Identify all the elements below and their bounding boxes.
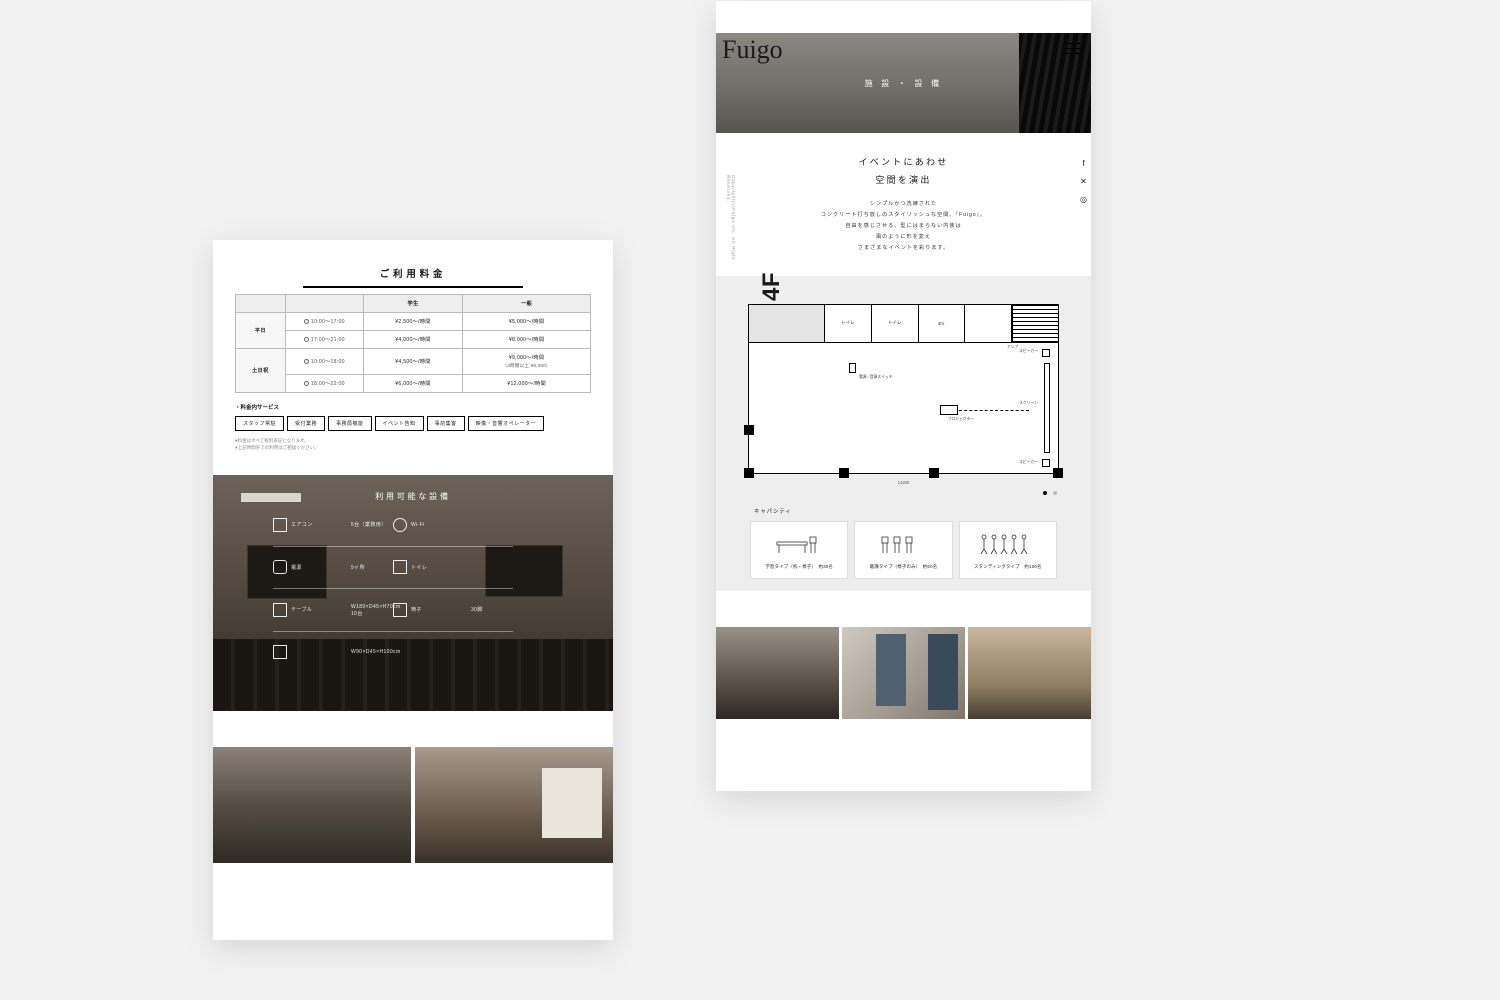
col-general: 一般 [463,294,591,312]
logo[interactable]: Fuigo [722,37,783,63]
floor-label: 4F [758,272,786,301]
desk-icon [774,530,824,558]
page-pricing-facilities: ご利用料金 学生 一般 平日 10:00〜17:00 ¥2,500〜/時間 ¥5… [213,240,613,940]
capacity-desk: 学習タイプ（机・椅子） 約30名 [750,521,848,579]
col-student: 学生 [363,294,462,312]
photo-2 [415,747,613,863]
capacity-standing: スタンディングタイプ 約100名 [959,521,1057,579]
pricing-table: 学生 一般 平日 10:00〜17:00 ¥2,500〜/時間 ¥5,000〜/… [235,294,591,393]
toilet-icon [393,560,407,574]
capacity-seated: 聴講タイプ（椅子のみ） 約50名 [854,521,952,579]
photo-b [842,627,965,719]
menu-button[interactable] [1063,43,1081,53]
photo-1 [213,747,411,863]
counter-icon [273,645,287,659]
photo-a [716,627,839,719]
instagram-icon[interactable]: ◎ [1079,195,1088,204]
chair-icon [393,603,407,617]
row-weekday: 平日 [236,312,286,348]
photo-c [968,627,1091,719]
carousel-pager[interactable] [750,491,1057,495]
facebook-icon[interactable]: f [1079,159,1088,168]
people-icon [978,530,1038,558]
plug-icon [273,560,287,574]
floorplan-section: トイレ トイレ EV 電源 / 音源スイッチ プロジェクター スクリーン スピー… [716,276,1091,591]
hero-title: 施 設 ・ 設 備 [865,78,943,89]
wifi-icon [393,518,407,532]
facilities-title: 利用可能な設備 [213,475,613,502]
social-rail: f ✕ ◎ [1079,159,1088,204]
twitter-icon[interactable]: ✕ [1079,177,1088,186]
stairs-icon [1012,305,1058,343]
pricing-footnotes: ●料金はすべて税別表記となります。 ●上記時間外での利用はご相談ください。 [235,437,591,451]
table-icon [273,603,287,617]
chairs-icon [878,530,928,558]
page-facility-overview: Fuigo 施 設 ・ 設 備 f ✕ ◎ Copyright(c)Fuigo … [716,1,1091,791]
row-weekend: 土日祝 [236,348,286,392]
capacity-head: キャパシティ [754,507,1071,515]
services-tags: スタッフ常駐 受付業務 事務局機能 イベント告知 事前集客 映像・音響オペレータ… [235,416,591,431]
gallery-row [213,747,613,863]
facilities-section: 利用可能な設備 エアコン5台（業務用） Wi-Fi 電源9ヶ所 トイレ テーブル… [213,475,613,711]
plan-width: 14200 [736,480,1071,485]
capacity-cards: 学習タイプ（机・椅子） 約30名 聴講タイプ（椅子のみ） 約50名 スタンディン… [736,521,1071,579]
services-head: ・料金内サービス [235,403,591,411]
pricing-section: ご利用料金 学生 一般 平日 10:00〜17:00 ¥2,500〜/時間 ¥5… [213,240,613,463]
time: 10:00〜17:00 [285,312,363,330]
copyright: Copyright(c)Fuigo Inc. All Right Reserve… [726,175,736,276]
floorplan: トイレ トイレ EV 電源 / 音源スイッチ プロジェクター スクリーン スピー… [748,304,1059,474]
aircon-icon [273,518,287,532]
photo-strip [716,627,1091,719]
pricing-title: ご利用料金 [235,266,591,288]
intro-section: イベントにあわせ空間を演出 シンプルかつ洗練された コンクリート打ち放しのスタイ… [716,133,1091,276]
